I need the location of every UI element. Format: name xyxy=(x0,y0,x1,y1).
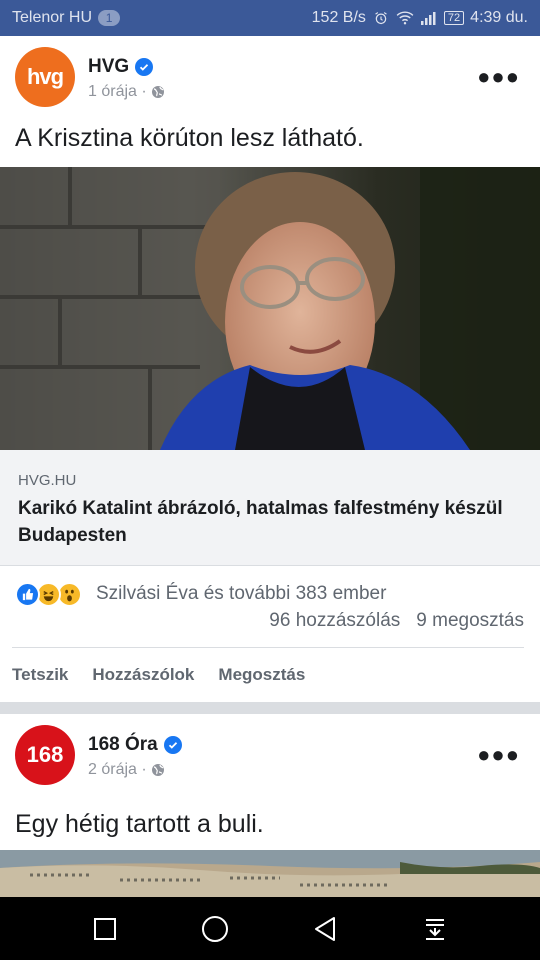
link-domain: HVG.HU xyxy=(18,472,77,489)
wifi-icon xyxy=(396,11,414,25)
carrier-info: Telenor HU 1 xyxy=(12,9,121,27)
reactions-summary[interactable]: Szilvási Éva és további 383 ember xyxy=(96,583,386,605)
post-actions: Tetszik Hozzászólok Megosztás xyxy=(12,665,305,685)
page-name[interactable]: 168 Óra xyxy=(88,734,182,756)
status-bar: Telenor HU 1 152 B/s 72 4:39 du. xyxy=(0,0,540,36)
post-text: Egy hétig tartott a buli. xyxy=(15,810,264,838)
link-preview[interactable]: HVG.HU Karikó Katalint ábrázoló, hatalma… xyxy=(0,450,540,566)
circle-icon xyxy=(202,915,228,942)
more-options-icon[interactable]: ●●● xyxy=(477,742,520,768)
verified-icon xyxy=(135,58,154,76)
post-image[interactable] xyxy=(0,850,540,897)
status-icons: 152 B/s 72 4:39 du. xyxy=(312,9,528,27)
triangle-back-icon xyxy=(315,916,335,941)
feed-post-hvg: hvg HVG 1 órája · ●●● A Krisztina körúto… xyxy=(0,36,540,702)
globe-icon xyxy=(151,86,164,98)
notifications-pulldown-button[interactable] xyxy=(415,909,455,949)
network-speed: 152 B/s xyxy=(311,9,366,26)
page-name-label[interactable]: 168 Óra xyxy=(88,734,158,756)
page-name[interactable]: HVG xyxy=(88,56,154,78)
like-reaction-icon xyxy=(15,582,40,607)
post-time[interactable]: 1 órája · xyxy=(88,83,165,101)
page-name-label[interactable]: HVG xyxy=(88,56,129,78)
avatar[interactable]: hvg xyxy=(15,47,75,107)
reaction-icons[interactable] xyxy=(15,582,82,607)
clock: 4:39 du. xyxy=(470,9,528,26)
signal-icon xyxy=(420,12,436,25)
feed-post-168-ora: 168 168 Óra 2 órája · ●●● Egy hétig tart… xyxy=(0,714,540,897)
avatar[interactable]: 168 xyxy=(15,725,75,785)
globe-icon xyxy=(151,764,164,776)
post-time-label[interactable]: 1 órája · xyxy=(88,83,147,101)
home-button[interactable] xyxy=(195,909,235,949)
notification-count-badge: 1 xyxy=(98,10,121,26)
post-header: 168 168 Óra 2 órája · ●●● xyxy=(0,714,540,790)
engagement-counts: 96 hozzászólás 9 megosztás xyxy=(269,610,524,632)
post-time-label[interactable]: 2 órája · xyxy=(88,761,147,779)
post-image[interactable] xyxy=(0,167,540,450)
carrier-name: Telenor HU xyxy=(12,9,93,26)
alarm-icon xyxy=(375,12,387,25)
recent-apps-button[interactable] xyxy=(85,909,125,949)
post-time[interactable]: 2 órája · xyxy=(88,761,165,779)
back-button[interactable] xyxy=(305,909,345,949)
square-icon xyxy=(94,917,116,940)
comment-count[interactable]: 96 hozzászólás xyxy=(269,610,400,632)
post-header: hvg HVG 1 órája · ●●● xyxy=(0,36,540,112)
system-navigation-bar xyxy=(0,897,540,960)
comment-button[interactable]: Hozzászólok xyxy=(92,665,194,685)
battery-indicator: 72 xyxy=(443,11,465,25)
divider xyxy=(12,647,524,648)
link-title[interactable]: Karikó Katalint ábrázoló, hatalmas falfe… xyxy=(18,495,522,549)
pulldown-icon xyxy=(426,918,444,940)
verified-icon xyxy=(163,736,182,754)
like-button[interactable]: Tetszik xyxy=(12,665,68,685)
share-button[interactable]: Megosztás xyxy=(218,665,305,685)
post-text: A Krisztina körúton lesz látható. xyxy=(15,124,364,152)
more-options-icon[interactable]: ●●● xyxy=(477,64,520,90)
share-count[interactable]: 9 megosztás xyxy=(416,610,524,632)
